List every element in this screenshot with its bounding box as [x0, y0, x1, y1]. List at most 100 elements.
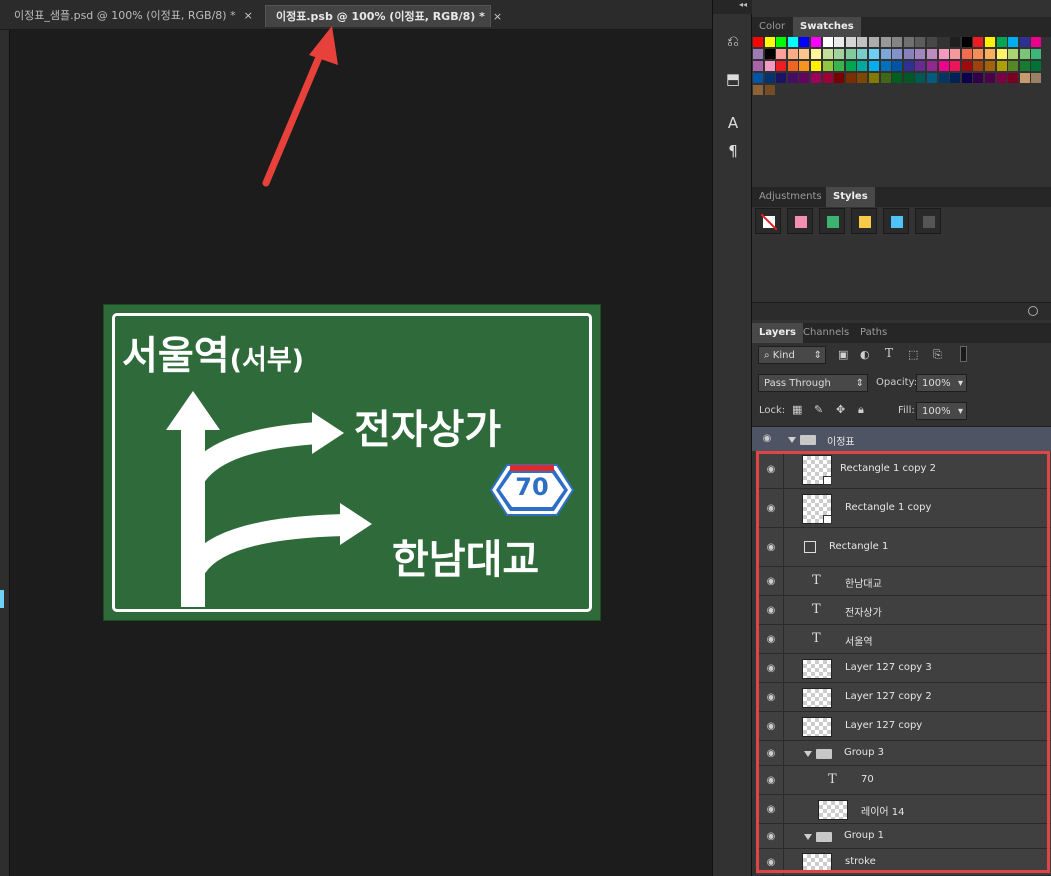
layer-row[interactable]: ◉ T 한남대교 [756, 567, 1051, 596]
swatch[interactable] [892, 61, 903, 71]
visibility-eye-icon[interactable]: ◉ [764, 634, 778, 645]
lock-transparent-icon[interactable]: ▦ [792, 403, 802, 416]
filter-shape-icon[interactable]: ⬚ [908, 348, 918, 361]
opacity-input[interactable]: 100% ▾ [916, 374, 967, 392]
swatch[interactable] [845, 73, 856, 83]
filter-type-icon[interactable]: T [885, 346, 893, 360]
style-yellow[interactable] [851, 208, 877, 234]
visibility-eye-icon[interactable]: ◉ [764, 465, 778, 475]
swatch[interactable] [799, 37, 810, 47]
swatch[interactable] [869, 73, 879, 83]
swatch[interactable] [787, 61, 798, 71]
swatch[interactable] [764, 61, 775, 71]
swatch[interactable] [822, 37, 833, 47]
layer-row[interactable]: ◉ stroke [756, 849, 1051, 876]
swatch[interactable] [892, 49, 903, 59]
swatch[interactable] [1008, 61, 1019, 71]
collapse-dock-button[interactable]: ◂◂ [713, 0, 753, 14]
swatch[interactable] [869, 49, 879, 59]
swatch[interactable] [1031, 49, 1042, 59]
expand-chevron-icon[interactable] [788, 437, 796, 443]
swatch[interactable] [903, 49, 914, 59]
visibility-eye-icon[interactable]: ◉ [764, 804, 778, 815]
layer-filter-select[interactable]: ⌕ Kind ⇕ [758, 346, 826, 364]
swatch[interactable] [822, 61, 833, 71]
visibility-eye-icon[interactable]: ◉ [764, 748, 778, 759]
tab-sample-psd[interactable]: 이정표_샘플.psd @ 100% (이정표, RGB/8) * × [4, 5, 262, 27]
swatch[interactable] [903, 61, 914, 71]
paragraph-icon[interactable]: ¶ [721, 140, 745, 162]
visibility-eye-icon[interactable]: ◉ [764, 857, 778, 868]
swatch[interactable] [857, 73, 868, 83]
swatch[interactable] [996, 37, 1007, 47]
swatch[interactable] [857, 49, 868, 59]
swatch[interactable] [950, 37, 961, 47]
swatch[interactable] [811, 61, 821, 71]
swatch[interactable] [845, 49, 856, 59]
expand-chevron-icon[interactable] [804, 750, 812, 757]
swatch[interactable] [938, 61, 949, 71]
swatch[interactable] [799, 49, 810, 59]
tab-swatches[interactable]: Swatches [793, 17, 861, 37]
swatch[interactable] [753, 37, 763, 47]
swatch[interactable] [915, 37, 926, 47]
layer-row[interactable]: ◉ Rectangle 1 [756, 528, 1051, 567]
swatch[interactable] [753, 61, 763, 71]
swatch[interactable] [799, 73, 810, 83]
swatch[interactable] [857, 37, 868, 47]
tab-paths[interactable]: Paths [853, 323, 894, 343]
expand-chevron-icon[interactable] [804, 833, 812, 840]
swatch[interactable] [834, 61, 845, 71]
layer-row[interactable]: ◉ Layer 127 copy [756, 712, 1051, 741]
swatch[interactable] [1019, 73, 1030, 83]
swatch[interactable] [961, 49, 972, 59]
swatch[interactable] [1019, 49, 1030, 59]
swatch[interactable] [1008, 73, 1019, 83]
tab-channels[interactable]: Channels [796, 323, 856, 343]
swatch[interactable] [996, 61, 1007, 71]
swatch[interactable] [776, 61, 787, 71]
swatch[interactable] [985, 49, 995, 59]
visibility-eye-icon[interactable]: ◉ [764, 663, 778, 674]
tab-styles[interactable]: Styles [826, 187, 875, 207]
visibility-eye-icon[interactable]: ◉ [764, 775, 778, 786]
swatch[interactable] [950, 49, 961, 59]
filter-smart-object-icon[interactable]: ⎘ [933, 348, 942, 362]
style-pink[interactable] [787, 208, 813, 234]
swatch[interactable] [1019, 61, 1030, 71]
swatch[interactable] [1031, 37, 1042, 47]
swatch[interactable] [996, 49, 1007, 59]
layer-row[interactable]: ◉ 레이어 14 [756, 795, 1051, 824]
swatch[interactable] [1008, 49, 1019, 59]
style-blue[interactable] [883, 208, 909, 234]
swatch[interactable] [996, 73, 1007, 83]
swatch[interactable] [869, 61, 879, 71]
swatch[interactable] [892, 73, 903, 83]
visibility-eye-icon[interactable]: ◉ [764, 576, 778, 587]
swatch[interactable] [927, 73, 937, 83]
visibility-eye-icon[interactable]: ◉ [764, 503, 778, 514]
swatch[interactable] [834, 37, 845, 47]
layer-row[interactable]: ◉ T 전자상가 [756, 596, 1051, 625]
swatch[interactable] [973, 49, 984, 59]
swatch[interactable] [915, 61, 926, 71]
layer-group-signpost[interactable]: ◉ 이정표 [752, 426, 1051, 451]
swatch[interactable] [1019, 37, 1030, 47]
swatch[interactable] [857, 61, 868, 71]
swatch[interactable] [973, 73, 984, 83]
swatch[interactable] [880, 37, 891, 47]
swatch[interactable] [973, 37, 984, 47]
character-icon[interactable]: A [721, 112, 745, 134]
swatch[interactable] [811, 73, 821, 83]
swatch[interactable] [787, 73, 798, 83]
swatch[interactable] [811, 37, 821, 47]
swatch[interactable] [880, 61, 891, 71]
swatch[interactable] [787, 49, 798, 59]
swatch[interactable] [950, 73, 961, 83]
lock-position-icon[interactable]: ✥ [836, 403, 845, 416]
history-icon[interactable]: ⎌ [721, 30, 745, 52]
clear-style-icon[interactable] [1028, 306, 1038, 316]
swatch[interactable] [764, 37, 775, 47]
layer-row[interactable]: ◉ Layer 127 copy 3 [756, 654, 1051, 683]
swatch[interactable] [927, 61, 937, 71]
